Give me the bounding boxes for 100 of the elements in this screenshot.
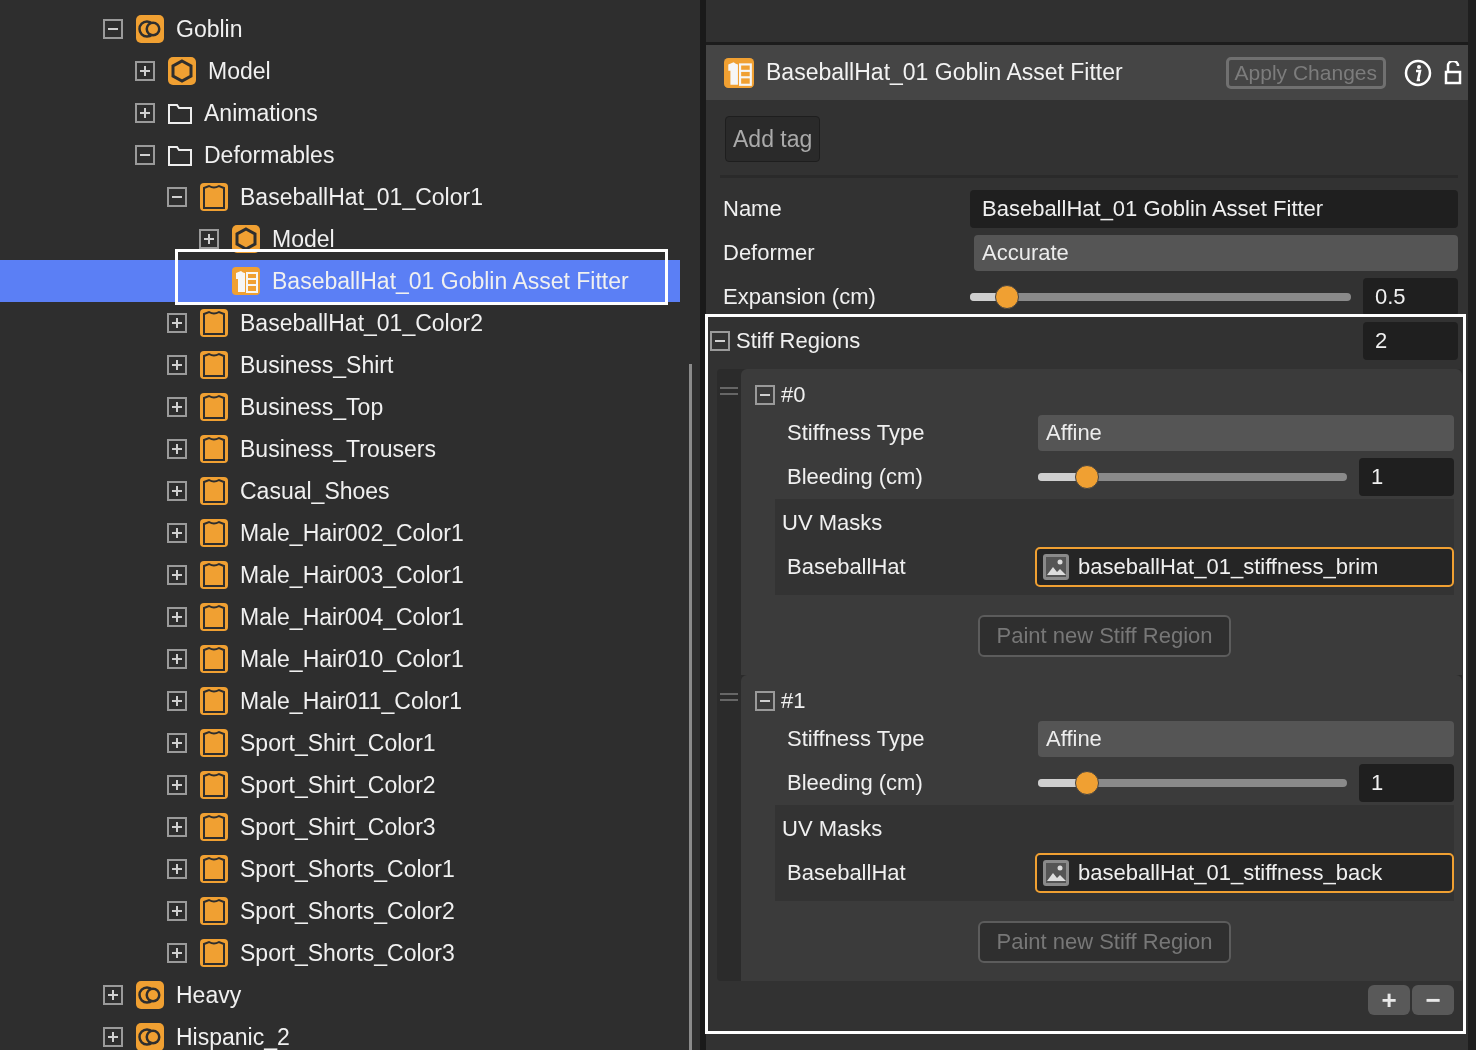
shirt-icon [200, 939, 228, 967]
tree-item[interactable]: Sport_Shirt_Color2 [0, 764, 680, 806]
tree-item[interactable]: Male_Hair010_Color1 [0, 638, 680, 680]
drag-handle-icon[interactable] [720, 693, 738, 701]
expand-icon[interactable] [167, 565, 187, 585]
hexagon-icon [168, 57, 196, 85]
collapse-icon[interactable] [167, 187, 187, 207]
expand-icon[interactable] [167, 397, 187, 417]
shirt-icon [200, 309, 228, 337]
shirt-icon [200, 897, 228, 925]
tree-item[interactable]: Sport_Shorts_Color1 [0, 848, 680, 890]
expand-icon[interactable] [167, 439, 187, 459]
slider[interactable] [1038, 770, 1347, 796]
tree-item[interactable]: Hispanic_2 [0, 1016, 680, 1050]
slider[interactable] [970, 284, 1351, 310]
scrollbar[interactable] [689, 364, 692, 1050]
add-tag-button[interactable]: Add tag [725, 116, 821, 162]
shirt-icon [200, 393, 228, 421]
shirt-icon [200, 771, 228, 799]
section-label: Stiff Regions [736, 328, 862, 354]
expand-icon[interactable] [103, 985, 123, 1005]
shirt-icon [200, 729, 228, 757]
expand-icon[interactable] [167, 355, 187, 375]
slider-thumb[interactable] [1075, 465, 1100, 489]
expand-icon[interactable] [167, 901, 187, 921]
texture-field[interactable]: baseballHat_01_stiffness_brim [1035, 547, 1454, 587]
dropdown[interactable]: Accurate [974, 235, 1458, 271]
tree-item[interactable]: Model [0, 50, 680, 92]
collapse-icon[interactable] [755, 385, 775, 405]
expand-icon[interactable] [167, 691, 187, 711]
tree-item[interactable]: Deformables [0, 134, 680, 176]
name-field[interactable]: BaseballHat_01 Goblin Asset Fitter [970, 190, 1458, 228]
folder-icon [168, 102, 192, 124]
section-label: UV Masks [782, 509, 884, 537]
tree-item[interactable]: Heavy [0, 974, 680, 1016]
expand-icon[interactable] [167, 607, 187, 627]
shirt-icon [200, 645, 228, 673]
tree-item[interactable]: Animations [0, 92, 680, 134]
slider[interactable] [1038, 464, 1347, 490]
tree-item[interactable]: Sport_Shorts_Color2 [0, 890, 680, 932]
tree-item[interactable]: BaseballHat_01_Color1 [0, 176, 680, 218]
collapse-icon[interactable] [135, 145, 155, 165]
shirt-icon [200, 855, 228, 883]
tree-item[interactable]: Sport_Shorts_Color3 [0, 932, 680, 974]
character-icon [136, 15, 164, 43]
drag-handle-icon[interactable] [720, 387, 738, 395]
expand-icon[interactable] [167, 859, 187, 879]
expand-icon[interactable] [167, 313, 187, 333]
expand-icon[interactable] [135, 61, 155, 81]
tree-item[interactable]: Business_Top [0, 386, 680, 428]
expand-icon[interactable] [167, 943, 187, 963]
texture-name: baseballHat_01_stiffness_brim [1078, 554, 1379, 580]
collapse-icon[interactable] [103, 19, 123, 39]
expand-icon[interactable] [199, 229, 219, 249]
add-button[interactable]: + [1368, 985, 1410, 1015]
expand-icon[interactable] [135, 103, 155, 123]
number-field[interactable]: 0.5 [1363, 278, 1458, 316]
texture-name: baseballHat_01_stiffness_back [1078, 860, 1383, 886]
dropdown[interactable]: Affine [1038, 721, 1454, 757]
tree-item[interactable]: Model [0, 218, 680, 260]
tree-item[interactable]: Male_Hair004_Color1 [0, 596, 680, 638]
tree-item[interactable]: BaseballHat_01_Color2 [0, 302, 680, 344]
image-icon [1042, 553, 1070, 581]
tree-item[interactable]: Male_Hair002_Color1 [0, 512, 680, 554]
expand-icon[interactable] [167, 523, 187, 543]
info-icon[interactable] [1404, 58, 1432, 87]
shirt-icon [200, 351, 228, 379]
lock-icon[interactable] [1444, 60, 1462, 85]
tree-item[interactable]: Male_Hair011_Color1 [0, 680, 680, 722]
image-icon [1042, 859, 1070, 887]
shirt-icon [200, 183, 228, 211]
number-field[interactable]: 1 [1359, 458, 1454, 496]
shirt-icon [200, 435, 228, 463]
expand-icon[interactable] [167, 733, 187, 753]
region-index: #0 [781, 382, 806, 408]
expand-icon[interactable] [167, 775, 187, 795]
count-field[interactable]: 2 [1363, 322, 1458, 360]
collapse-icon[interactable] [710, 331, 730, 351]
tree-item[interactable]: Business_Trousers [0, 428, 680, 470]
tree-item[interactable]: Goblin [0, 8, 680, 50]
slider-thumb[interactable] [1075, 771, 1100, 795]
field-label: Expansion (cm) [723, 284, 877, 310]
tree-item[interactable]: Business_Shirt [0, 344, 680, 386]
expand-icon[interactable] [167, 481, 187, 501]
tree-item[interactable]: Casual_Shoes [0, 470, 680, 512]
field-label: Bleeding (cm) [787, 770, 924, 796]
collapse-icon[interactable] [755, 691, 775, 711]
number-field[interactable]: 1 [1359, 764, 1454, 802]
tree-item[interactable]: Sport_Shirt_Color1 [0, 722, 680, 764]
expand-icon[interactable] [167, 817, 187, 837]
shirt-icon [200, 519, 228, 547]
tree-item[interactable]: Male_Hair003_Color1 [0, 554, 680, 596]
expand-icon[interactable] [167, 649, 187, 669]
texture-field[interactable]: baseballHat_01_stiffness_back [1035, 853, 1454, 893]
slider-thumb[interactable] [995, 285, 1019, 309]
remove-button[interactable]: − [1412, 985, 1454, 1015]
dropdown[interactable]: Affine [1038, 415, 1454, 451]
tree-item[interactable]: Sport_Shirt_Color3 [0, 806, 680, 848]
expand-icon[interactable] [103, 1027, 123, 1047]
shirt-list-icon [724, 57, 754, 88]
